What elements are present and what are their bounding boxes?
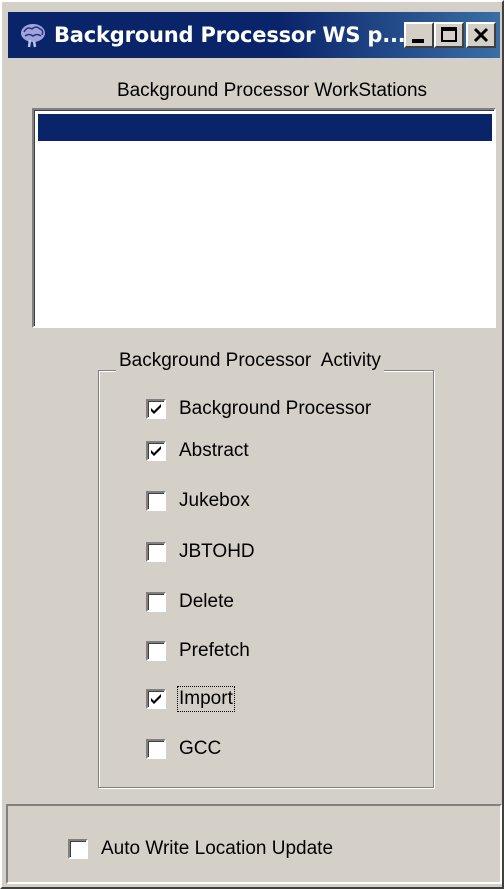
checkbox-jbtohd[interactable]: JBTOHD xyxy=(146,539,255,565)
checkbox-box[interactable] xyxy=(68,839,88,859)
checkbox-delete[interactable]: Delete xyxy=(146,589,234,615)
checkbox-box[interactable] xyxy=(146,739,166,759)
maximize-button[interactable] xyxy=(434,22,464,48)
workstation-name: ISW-CASUGAYE xyxy=(104,171,251,192)
minimize-button[interactable] xyxy=(404,22,434,48)
activity-groupbox xyxy=(98,370,434,788)
checkbox-import[interactable]: Import xyxy=(146,686,235,712)
checkbox-box[interactable] xyxy=(146,441,166,461)
checkmark-icon xyxy=(151,404,161,414)
checkbox-abstract[interactable]: Abstract xyxy=(146,438,249,464)
checkmark-icon xyxy=(151,446,161,456)
checkbox-box[interactable] xyxy=(146,542,166,562)
checkbox-label: JBTOHD xyxy=(179,541,255,562)
window-title: Background Processor WS p... xyxy=(54,23,406,47)
checkbox-label: Auto Write Location Update xyxy=(101,838,334,859)
checkbox-box[interactable] xyxy=(146,491,166,511)
checkbox-label: Abstract xyxy=(179,440,249,461)
checkbox-background-processor[interactable]: Background Processor xyxy=(146,396,371,422)
checkbox-prefetch[interactable]: Prefetch xyxy=(146,638,250,664)
close-button[interactable] xyxy=(466,22,496,48)
checkbox-label: Jukebox xyxy=(179,490,250,511)
checkbox-label: Delete xyxy=(179,591,234,612)
checkbox-box[interactable] xyxy=(146,641,166,661)
checkbox-label: Import xyxy=(177,686,235,712)
workstation-code: ELS xyxy=(42,144,78,165)
title-bar[interactable]: Background Processor WS p... xyxy=(8,12,500,58)
checkbox-label: Prefetch xyxy=(179,640,250,661)
checkbox-box[interactable] xyxy=(146,592,166,612)
checkbox-box[interactable] xyxy=(146,689,166,709)
brain-app-icon xyxy=(21,24,45,48)
activity-group-title: Background Processor Activity xyxy=(116,350,384,372)
checkbox-label: GCC xyxy=(179,738,222,759)
checkbox-box[interactable] xyxy=(146,399,166,419)
checkbox-jukebox[interactable]: Jukebox xyxy=(146,488,250,514)
checkmark-icon xyxy=(151,694,161,704)
checkbox-label: Background Processor xyxy=(179,398,372,419)
workstations-listbox[interactable]: ELS ISW-CASUGAYE xyxy=(32,108,496,328)
app-window: Background Processor WS p... Background … xyxy=(0,0,504,889)
checkbox-gcc[interactable]: GCC xyxy=(146,736,221,762)
list-item[interactable]: ELS ISW-CASUGAYE xyxy=(38,114,492,192)
close-icon xyxy=(473,27,489,43)
workstations-label: Background Processor WorkStations xyxy=(116,80,428,101)
checkbox-auto-write-location-update[interactable]: Auto Write Location Update xyxy=(68,836,333,862)
